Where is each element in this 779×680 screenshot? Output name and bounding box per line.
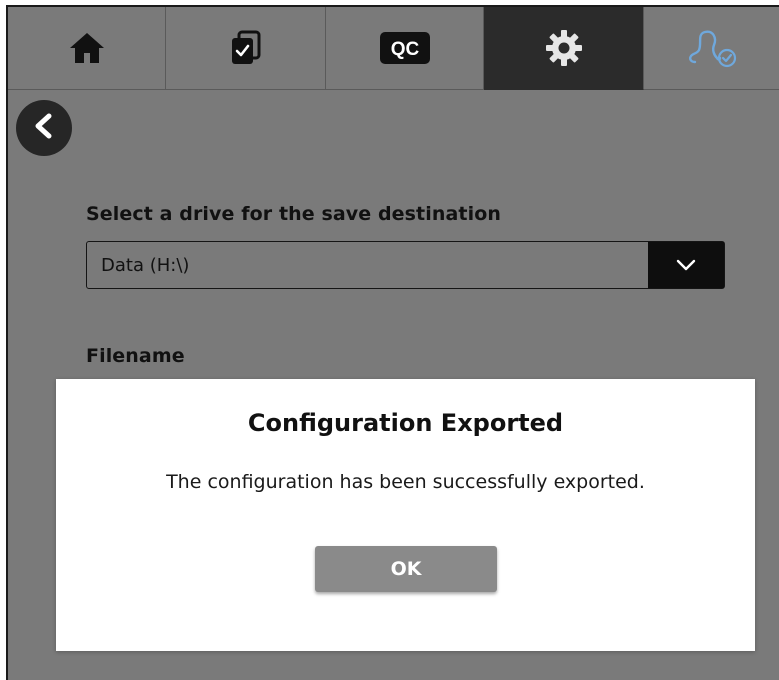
user-verified-icon	[687, 28, 739, 68]
tab-user[interactable]	[644, 7, 779, 90]
chevron-down-icon	[676, 256, 696, 275]
app-window: QC Select a drive for the save destinati…	[6, 5, 779, 680]
chevron-left-icon	[32, 113, 56, 143]
back-button[interactable]	[16, 100, 72, 156]
filename-label: Filename	[86, 345, 185, 367]
dialog-title: Configuration Exported	[247, 409, 564, 437]
dialog-message: The configuration has been successfully …	[166, 471, 645, 493]
gear-icon	[544, 28, 584, 68]
export-success-dialog: Configuration Exported The configuration…	[56, 379, 755, 651]
qc-icon-label: QC	[390, 39, 419, 60]
drive-dropdown[interactable]: Data (H:\)	[86, 241, 725, 289]
tab-qc[interactable]: QC	[326, 7, 484, 90]
tab-home[interactable]	[8, 7, 166, 90]
checklist-copy-icon	[229, 30, 263, 66]
tab-settings[interactable]	[484, 7, 644, 90]
drive-dropdown-value: Data (H:\)	[101, 254, 190, 276]
drive-label: Select a drive for the save destination	[86, 203, 501, 225]
ok-button[interactable]: OK	[315, 546, 497, 592]
drive-dropdown-button[interactable]	[648, 242, 724, 288]
qc-icon: QC	[379, 31, 431, 65]
top-nav-bar: QC	[8, 7, 779, 90]
home-icon	[68, 31, 106, 65]
tab-tasks[interactable]	[166, 7, 326, 90]
